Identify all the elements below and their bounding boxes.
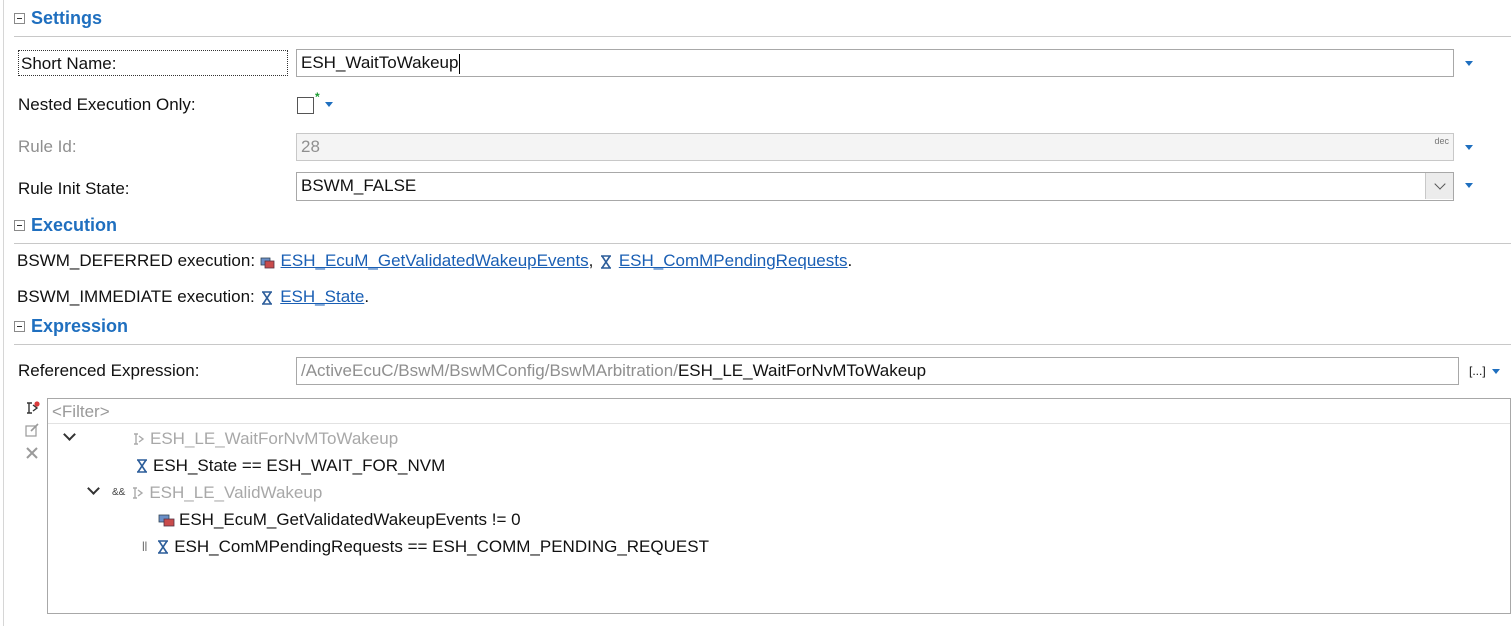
- immediate-label: BSWM_IMMEDIATE execution:: [17, 287, 255, 306]
- expression-section-header[interactable]: Expression: [14, 313, 128, 339]
- tree-node-condition[interactable]: || ESH_ComMPendingRequests == ESH_COMM_P…: [142, 534, 709, 560]
- rule-init-state-label: Rule Init State:: [18, 179, 130, 198]
- hourglass-icon: [137, 459, 147, 473]
- nested-execution-label: Nested Execution Only:: [18, 95, 196, 114]
- edit-expression-icon[interactable]: [24, 422, 40, 438]
- tree-node-label: ESH_LE_WaitForNvMToWakeup: [150, 429, 399, 448]
- execution-title: Execution: [31, 214, 118, 235]
- short-name-input[interactable]: ESH_WaitToWakeup: [296, 49, 1454, 77]
- hourglass-icon: [262, 290, 273, 305]
- tree-node-label: ESH_LE_ValidWakeup: [149, 483, 323, 502]
- rule-id-value: 28: [301, 137, 320, 156]
- deferred-link-commpendingrequests[interactable]: ESH_ComMPendingRequests: [619, 251, 848, 270]
- line-terminator: .: [364, 287, 370, 306]
- event-icon: [158, 514, 175, 527]
- expression-divider: [14, 344, 1511, 345]
- and-operator: &&: [112, 487, 126, 498]
- rule-init-state-value: BSWM_FALSE: [301, 176, 417, 195]
- immediate-link-esh-state[interactable]: ESH_State: [280, 287, 364, 306]
- rule-init-state-dropdown-icon[interactable]: [1465, 183, 1473, 188]
- logical-expression-icon: [133, 487, 144, 499]
- rule-id-label: Rule Id:: [18, 137, 77, 156]
- referenced-expression-label: Referenced Expression:: [18, 361, 200, 380]
- execution-section-header[interactable]: Execution: [14, 212, 117, 238]
- deferred-execution-line: BSWM_DEFERRED execution: ESH_EcuM_GetVal…: [17, 249, 852, 273]
- number-format-label: dec: [1434, 136, 1449, 146]
- rule-init-state-select[interactable]: BSWM_FALSE: [296, 172, 1454, 201]
- short-name-value: ESH_WaitToWakeup: [301, 53, 459, 72]
- collapse-icon[interactable]: [14, 320, 25, 332]
- filter-divider: [48, 423, 1510, 424]
- or-operator: ||: [142, 541, 148, 552]
- tree-node-condition[interactable]: ESH_State == ESH_WAIT_FOR_NVM: [134, 453, 445, 479]
- tree-node-label: ESH_State == ESH_WAIT_FOR_NVM: [153, 456, 446, 475]
- rule-id-input[interactable]: 28 dec: [296, 133, 1454, 161]
- text-caret: [459, 53, 461, 74]
- short-name-label: Short Name:: [18, 50, 288, 76]
- browse-button[interactable]: [...]: [1469, 362, 1486, 380]
- logical-expression-icon: [134, 433, 145, 445]
- tree-node-condition[interactable]: ESH_EcuM_GetValidatedWakeupEvents != 0: [158, 507, 521, 533]
- left-border: [0, 0, 4, 626]
- tree-node-root[interactable]: ESH_LE_WaitForNvMToWakeup: [132, 426, 398, 452]
- settings-title: Settings: [31, 7, 103, 28]
- nested-execution-dropdown-icon[interactable]: [325, 102, 333, 107]
- link-separator: ,: [588, 251, 594, 270]
- deferred-label: BSWM_DEFERRED execution:: [17, 251, 256, 270]
- expand-chevron-icon[interactable]: [87, 482, 100, 495]
- default-value-marker: *: [315, 90, 320, 104]
- hourglass-icon: [601, 254, 612, 269]
- filter-input[interactable]: <Filter>: [52, 401, 110, 423]
- select-button[interactable]: [1425, 173, 1453, 199]
- reference-path-name: ESH_LE_WaitForNvMToWakeup: [677, 361, 927, 380]
- immediate-execution-line: BSWM_IMMEDIATE execution: ESH_State.: [17, 285, 369, 309]
- execution-divider: [14, 243, 1511, 244]
- chevron-down-icon: [1433, 178, 1446, 190]
- add-expression-icon[interactable]: [24, 400, 40, 416]
- collapse-icon[interactable]: [14, 219, 25, 231]
- settings-section-header[interactable]: Settings: [14, 5, 102, 31]
- delete-expression-icon[interactable]: [24, 445, 40, 461]
- hourglass-icon: [158, 540, 169, 554]
- deferred-link-getvalidatedwakeupevents[interactable]: ESH_EcuM_GetValidatedWakeupEvents: [281, 251, 589, 270]
- tree-node-label: ESH_ComMPendingRequests == ESH_COMM_PEND…: [174, 537, 709, 556]
- line-terminator: .: [847, 251, 853, 270]
- referenced-expression-input[interactable]: /ActiveEcuC/BswM/BswMConfig/BswMArbitrat…: [296, 357, 1459, 385]
- short-name-dropdown-icon[interactable]: [1465, 61, 1473, 66]
- expression-title: Expression: [31, 315, 129, 336]
- reference-dropdown-icon[interactable]: [1492, 369, 1500, 374]
- event-icon: [260, 257, 275, 268]
- rule-id-dropdown-icon[interactable]: [1465, 145, 1473, 150]
- expression-tree[interactable]: <Filter> ESH_LE_WaitForNvMToWakeup ESH_S…: [47, 398, 1511, 614]
- tree-node-subexpression[interactable]: && ESH_LE_ValidWakeup: [112, 480, 322, 506]
- nested-execution-checkbox[interactable]: [297, 97, 314, 114]
- expand-chevron-icon[interactable]: [63, 428, 76, 441]
- tree-node-label: ESH_EcuM_GetValidatedWakeupEvents != 0: [179, 510, 521, 529]
- settings-divider: [14, 36, 1511, 37]
- reference-path-prefix: /ActiveEcuC/BswM/BswMConfig/BswMArbitrat…: [301, 361, 678, 380]
- collapse-icon[interactable]: [14, 12, 25, 24]
